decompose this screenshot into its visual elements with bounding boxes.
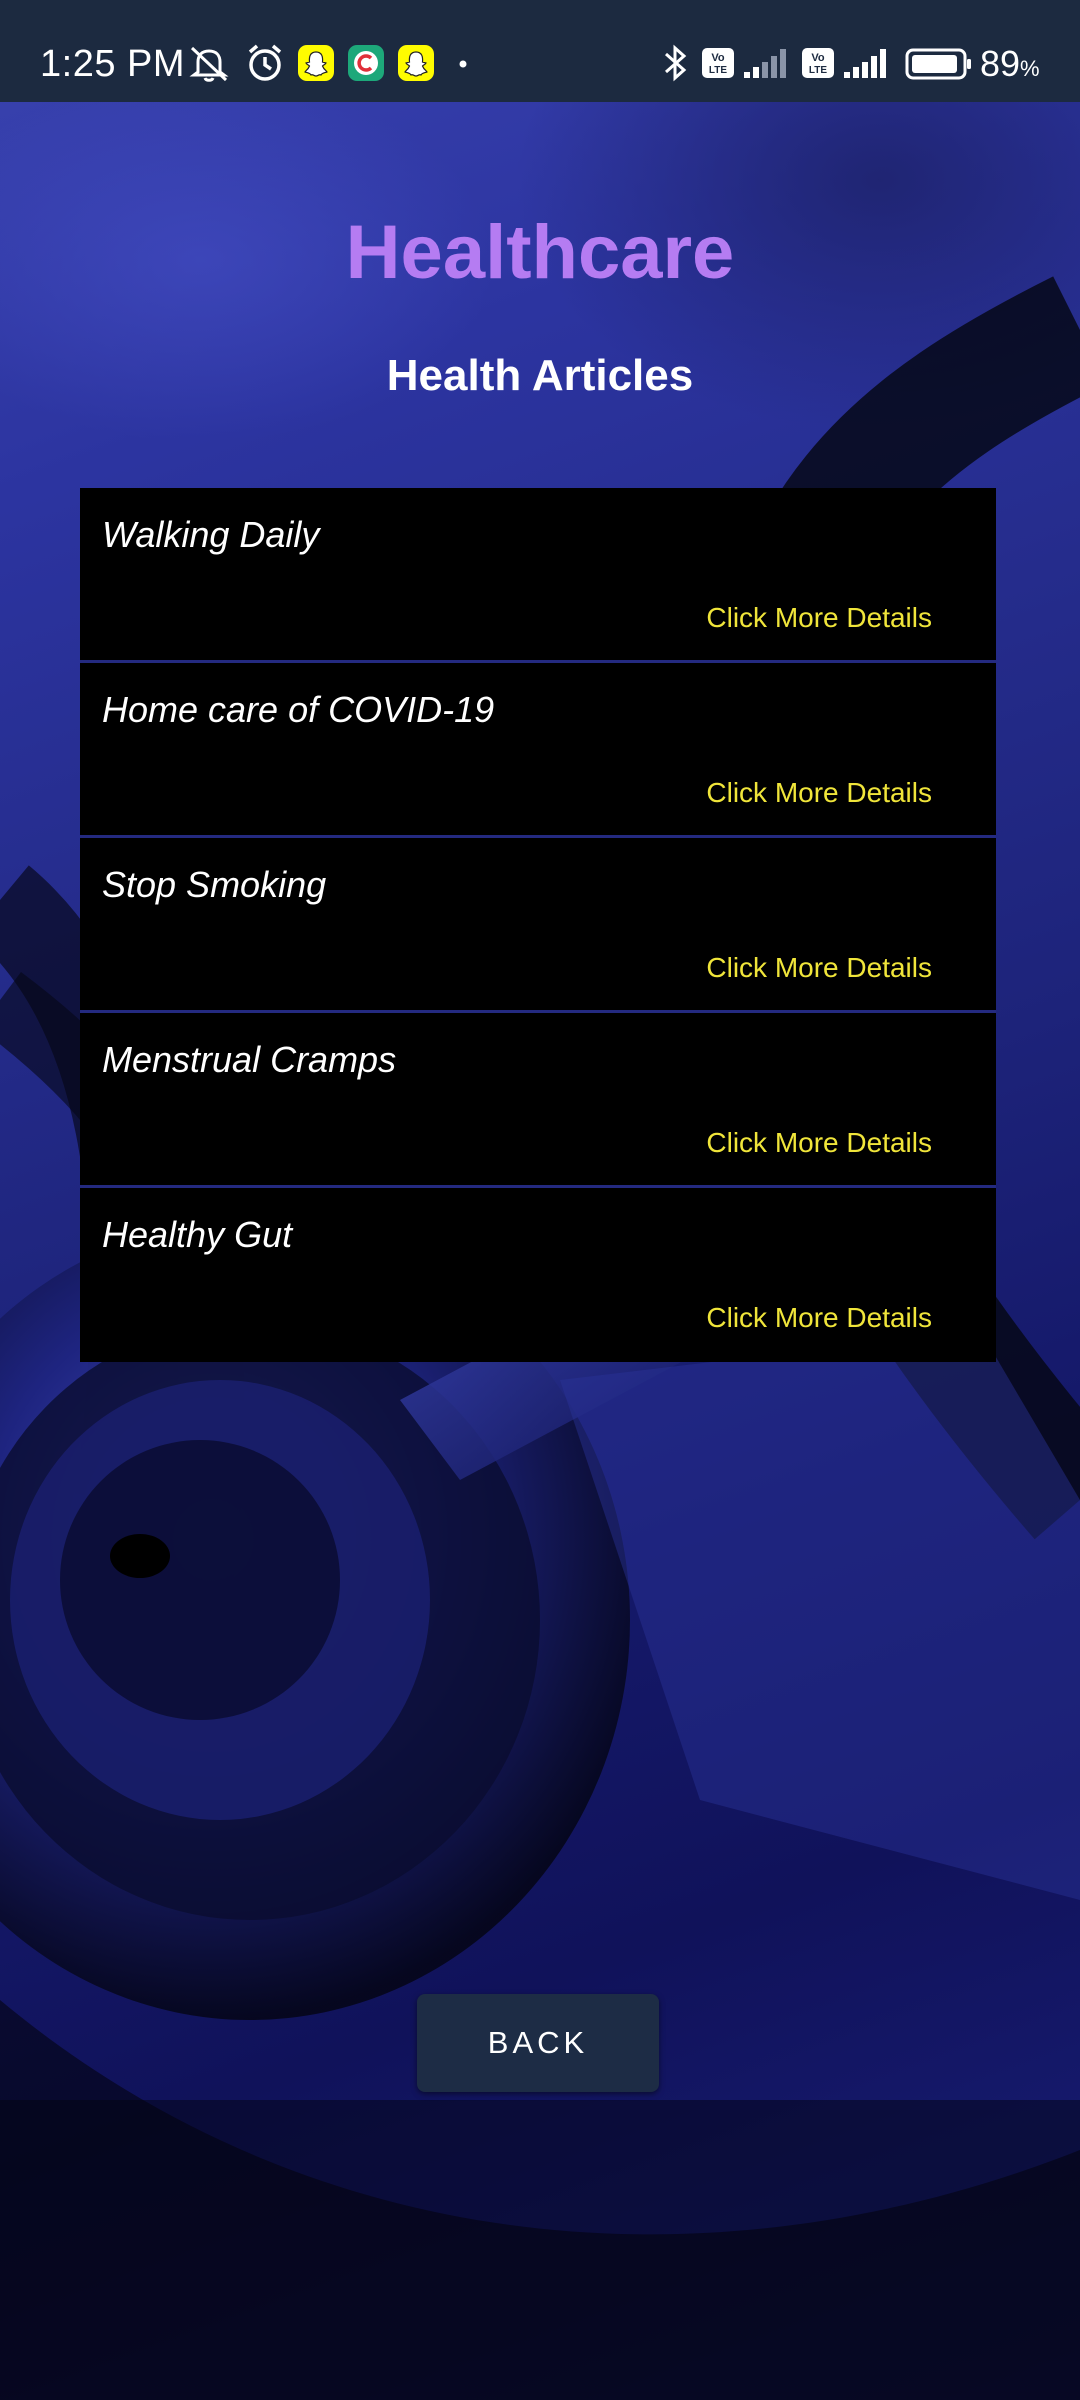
volte-icon: Vo LTE	[802, 48, 834, 78]
dot-icon	[459, 60, 467, 68]
status-time: 1:25 PM	[40, 43, 186, 85]
article-title: Healthy Gut	[102, 1214, 293, 1255]
article-item[interactable]: Healthy Gut Click More Details	[80, 1188, 996, 1362]
article-item[interactable]: Menstrual Cramps Click More Details	[80, 1013, 996, 1188]
battery-percent: 89%	[980, 43, 1040, 84]
article-title: Home care of COVID-19	[102, 689, 495, 730]
snapchat-icon	[298, 45, 334, 81]
svg-text:Vo: Vo	[711, 52, 725, 64]
app-icon	[348, 45, 384, 81]
article-title: Stop Smoking	[102, 864, 327, 905]
signal-icon	[844, 49, 886, 78]
status-bar: 1:25 PM Vo LTE Vo LTE 89%	[0, 0, 1080, 102]
app-title: Healthcare	[345, 210, 735, 295]
article-item[interactable]: Walking Daily Click More Details	[80, 488, 996, 663]
article-item[interactable]: Stop Smoking Click More Details	[80, 838, 996, 1013]
article-title: Menstrual Cramps	[102, 1039, 397, 1080]
volte-icon: Vo LTE	[702, 48, 734, 78]
snapchat-icon	[398, 45, 434, 81]
articles-list: Walking Daily Click More Details Home ca…	[80, 488, 996, 1362]
svg-text:LTE: LTE	[809, 65, 827, 76]
article-item[interactable]: Home care of COVID-19 Click More Details	[80, 663, 996, 838]
bluetooth-icon	[665, 44, 687, 82]
article-title: Walking Daily	[102, 514, 320, 555]
click-more-details-link[interactable]: Click More Details	[706, 775, 932, 811]
back-button[interactable]: BACK	[417, 1994, 659, 2092]
svg-text:Vo: Vo	[811, 52, 825, 64]
section-title: Health Articles	[386, 351, 694, 400]
battery-icon	[905, 48, 971, 80]
click-more-details-link[interactable]: Click More Details	[706, 950, 932, 986]
click-more-details-link[interactable]: Click More Details	[706, 600, 932, 636]
click-more-details-link[interactable]: Click More Details	[706, 1300, 932, 1336]
alarm-icon	[248, 44, 282, 81]
svg-text:LTE: LTE	[709, 65, 727, 76]
mute-icon	[189, 46, 229, 82]
click-more-details-link[interactable]: Click More Details	[706, 1125, 932, 1161]
signal-icon	[744, 49, 786, 78]
